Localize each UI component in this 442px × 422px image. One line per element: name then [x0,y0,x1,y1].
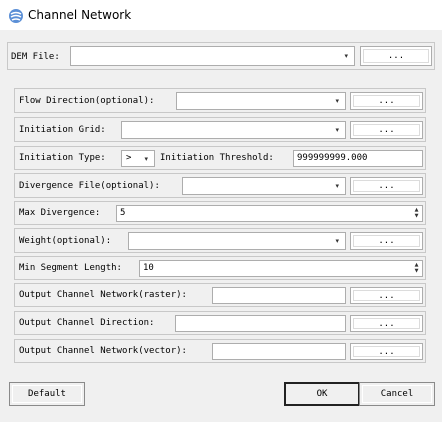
chevron-down-icon: ▾ [335,126,339,134]
initiation-grid-browse-button[interactable]: ... [350,121,423,139]
dem-file-browse-button[interactable]: ... [360,46,432,66]
output-raster-group: Output Channel Network(raster): ... [14,283,426,307]
divergence-file-combo[interactable]: ▾ [182,177,346,195]
weight-label: Weight(optional): [19,236,112,246]
min-segment-label: Min Segment Length: [19,263,122,273]
initiation-grid-group: Initiation Grid: ▾ ... [14,117,426,142]
window-title: Channel Network [28,8,132,22]
chevron-down-icon: ▾ [144,154,148,163]
initiation-type-group: Initiation Type: > ▾ Initiation Threshol… [14,146,426,170]
chevron-down-icon: ▾ [335,182,339,190]
max-divergence-spinbox[interactable]: 5 ▲ ▼ [116,205,423,222]
output-vector-group: Output Channel Network(vector): ... [14,339,426,363]
initiation-grid-combo[interactable]: ▾ [121,121,346,139]
output-direction-label: Output Channel Direction: [19,318,155,328]
weight-group: Weight(optional): ▾ ... [14,228,426,253]
output-direction-group: Output Channel Direction: ... [14,311,426,335]
weight-combo[interactable]: ▾ [128,232,346,250]
dem-file-group: DEM File: ▾ ... [7,42,435,70]
output-direction-field[interactable] [175,315,346,332]
initiation-type-combo[interactable]: > ▾ [121,150,155,167]
flow-direction-label: Flow Direction(optional): [19,96,155,106]
flow-direction-group: Flow Direction(optional): ▾ ... [14,88,426,113]
output-raster-browse-button[interactable]: ... [350,287,423,304]
divergence-file-label: Divergence File(optional): [19,181,160,191]
spinner-arrows-icon[interactable]: ▲ ▼ [413,262,420,274]
dem-file-combo[interactable]: ▾ [70,46,355,66]
initiation-threshold-label: Initiation Threshold: [160,153,274,163]
divergence-file-group: Divergence File(optional): ▾ ... [14,173,426,198]
output-raster-field[interactable] [212,287,346,304]
initiation-grid-label: Initiation Grid: [19,125,106,135]
max-divergence-label: Max Divergence: [19,208,101,218]
output-raster-label: Output Channel Network(raster): [19,290,187,300]
ok-button[interactable]: OK [284,382,360,406]
output-vector-label: Output Channel Network(vector): [19,346,187,356]
title-bar: Channel Network [0,0,442,30]
default-button[interactable]: Default [9,382,85,406]
spinner-arrows-icon[interactable]: ▲ ▼ [413,207,420,219]
divergence-file-browse-button[interactable]: ... [350,177,423,195]
output-vector-field[interactable] [212,343,346,360]
initiation-type-label: Initiation Type: [19,153,106,163]
flow-direction-combo[interactable]: ▾ [176,92,346,110]
chevron-down-icon: ▾ [335,237,339,245]
weight-browse-button[interactable]: ... [350,232,423,250]
initiation-threshold-field[interactable]: 999999999.000 [293,150,423,167]
max-divergence-group: Max Divergence: 5 ▲ ▼ [14,201,426,225]
min-segment-group: Min Segment Length: 10 ▲ ▼ [14,256,426,280]
dem-file-label: DEM File: [11,52,60,62]
output-vector-browse-button[interactable]: ... [350,343,423,360]
min-segment-spinbox[interactable]: 10 ▲ ▼ [139,260,423,277]
output-direction-browse-button[interactable]: ... [350,315,423,332]
app-icon [9,9,23,23]
chevron-down-icon: ▾ [335,97,339,105]
flow-direction-browse-button[interactable]: ... [350,92,423,110]
cancel-button[interactable]: Cancel [359,382,435,406]
chevron-down-icon: ▾ [344,52,348,60]
